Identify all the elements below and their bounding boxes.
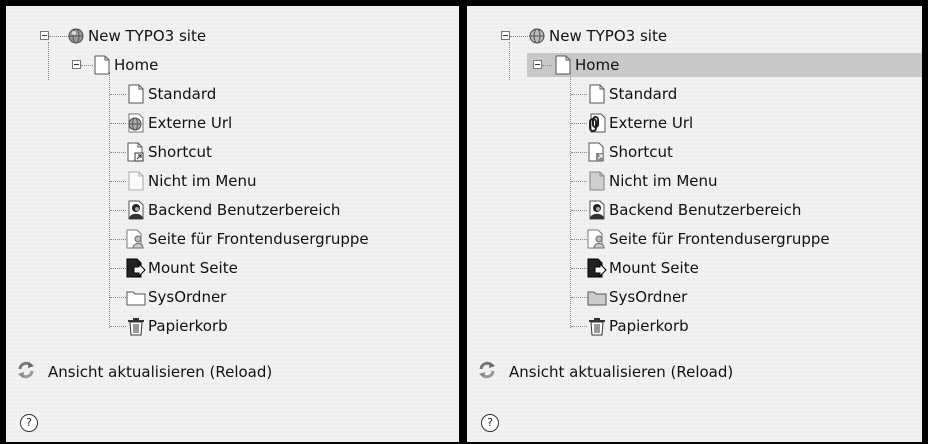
root-collapse-toggle[interactable] [40, 31, 49, 40]
tree-item-externe-url[interactable]: Externe Url [126, 111, 232, 135]
recycler-icon [126, 315, 146, 337]
tree-item-label: Backend Benutzerbereich [148, 201, 341, 219]
tree-item-backend-benutzerbereich[interactable]: Backend Benutzerbereich [587, 198, 801, 222]
sysfolder-icon [587, 286, 607, 308]
tree-root-item[interactable]: New TYPO3 site [66, 24, 206, 48]
refresh-icon [477, 360, 497, 384]
tree-item-standard[interactable]: Standard [587, 82, 677, 106]
page-icon [587, 83, 607, 105]
tree-root-label: New TYPO3 site [549, 27, 668, 45]
shortcut-page-icon [126, 141, 146, 163]
tree-item-seite-fuer-frontendusergruppe[interactable]: Seite für Frontendusergruppe [126, 227, 369, 251]
backend-user-section-icon [587, 199, 607, 221]
right-page-tree-panel: Home New TYPO3 site Standard Externe Url… [467, 6, 922, 442]
root-collapse-toggle[interactable] [501, 31, 510, 40]
mount-page-icon [587, 257, 607, 279]
left-page-tree-panel: New TYPO3 site Home Standard Externe Url… [6, 6, 459, 442]
hidden-in-menu-page-icon [587, 170, 607, 192]
home-collapse-toggle[interactable] [533, 60, 542, 69]
tree-item-label: SysOrdner [148, 288, 227, 306]
page-icon [92, 54, 112, 76]
tree-item-externe-url[interactable]: Externe Url [587, 111, 693, 135]
tree-item-label: SysOrdner [609, 288, 688, 306]
tree-item-mount-seite[interactable]: Mount Seite [587, 256, 699, 280]
tree-item-shortcut[interactable]: Shortcut [126, 140, 212, 164]
reload-view-link[interactable]: Ansicht aktualisieren (Reload) [16, 360, 272, 384]
page-icon [553, 54, 573, 76]
hidden-in-menu-page-icon [126, 170, 146, 192]
tree-item-sysordner[interactable]: SysOrdner [126, 285, 226, 309]
recycler-icon [587, 315, 607, 337]
tree-item-label: Home [575, 56, 620, 74]
tree-item-home[interactable]: Home [92, 53, 459, 77]
help-icon[interactable]: ? [20, 414, 38, 432]
tree-item-label: Nicht im Menu [148, 172, 257, 190]
tree-item-label: Papierkorb [148, 317, 228, 335]
tree-item-nicht-im-menu[interactable]: Nicht im Menu [126, 169, 257, 193]
tree-item-home-selected[interactable]: Home [527, 53, 922, 77]
help-icon[interactable]: ? [481, 414, 499, 432]
reload-label: Ansicht aktualisieren (Reload) [48, 363, 273, 381]
reload-view-link[interactable]: Ansicht aktualisieren (Reload) [477, 360, 733, 384]
tree-item-label: Nicht im Menu [609, 172, 718, 190]
tree-item-label: Shortcut [148, 143, 212, 161]
shortcut-page-icon [587, 141, 607, 163]
frontend-usergroup-page-icon [126, 228, 146, 250]
tree-item-papierkorb[interactable]: Papierkorb [587, 314, 689, 338]
tree-item-nicht-im-menu[interactable]: Nicht im Menu [587, 169, 718, 193]
external-url-icon [587, 112, 607, 134]
tree-item-papierkorb[interactable]: Papierkorb [126, 314, 228, 338]
tree-item-label: Standard [148, 85, 217, 103]
tree-item-label: Mount Seite [609, 259, 699, 277]
globe-icon [66, 25, 86, 47]
tree-item-label: Externe Url [609, 114, 694, 132]
tree-item-label: Standard [609, 85, 678, 103]
home-collapse-toggle[interactable] [72, 60, 81, 69]
tree-root-label: New TYPO3 site [88, 27, 207, 45]
tree-item-sysordner[interactable]: SysOrdner [587, 285, 687, 309]
tree-item-label: Seite für Frontendusergruppe [148, 230, 369, 248]
page-icon [126, 83, 146, 105]
globe-icon [527, 25, 547, 47]
tree-item-label: Externe Url [148, 114, 233, 132]
tree-item-label: Backend Benutzerbereich [609, 201, 802, 219]
sysfolder-icon [126, 286, 146, 308]
tree-item-label: Papierkorb [609, 317, 689, 335]
tree-item-backend-benutzerbereich[interactable]: Backend Benutzerbereich [126, 198, 340, 222]
mount-page-icon [126, 257, 146, 279]
tree-item-label: Shortcut [609, 143, 673, 161]
refresh-icon [16, 360, 36, 384]
frontend-usergroup-page-icon [587, 228, 607, 250]
tree-item-mount-seite[interactable]: Mount Seite [126, 256, 238, 280]
reload-label: Ansicht aktualisieren (Reload) [509, 363, 734, 381]
tree-item-seite-fuer-frontendusergruppe[interactable]: Seite für Frontendusergruppe [587, 227, 830, 251]
tree-item-label: Seite für Frontendusergruppe [609, 230, 830, 248]
tree-item-shortcut[interactable]: Shortcut [587, 140, 673, 164]
tree-item-label: Home [114, 56, 159, 74]
external-url-icon [126, 112, 146, 134]
tree-item-label: Mount Seite [148, 259, 238, 277]
comparison-screenshot: New TYPO3 site Home Standard Externe Url… [0, 0, 928, 444]
backend-user-section-icon [126, 199, 146, 221]
tree-root-item[interactable]: New TYPO3 site [527, 24, 667, 48]
tree-item-standard[interactable]: Standard [126, 82, 216, 106]
